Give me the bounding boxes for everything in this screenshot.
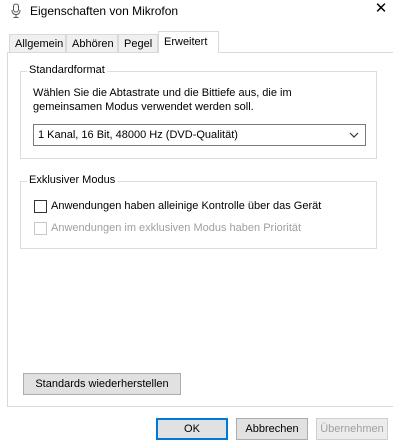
format-description-line-2: gemeinsamen Modus verwendet werden soll. [33, 101, 254, 113]
ok-button[interactable]: OK [156, 418, 228, 440]
tab-pegel[interactable]: Pegel [118, 34, 158, 52]
cancel-button[interactable]: Abbrechen [236, 418, 308, 440]
tab-label: Allgemein [15, 38, 64, 50]
exklusiver-modus-group: Exklusiver Modus [20, 174, 377, 249]
tab-abhoeren[interactable]: Abhören [66, 34, 118, 52]
microphone-icon [11, 3, 21, 18]
exclusive-control-label[interactable]: Anwendungen haben alleinige Kontrolle üb… [51, 200, 321, 212]
window-title: Eigenschaften von Mikrofon [30, 4, 179, 18]
tab-label: Abhören [72, 38, 114, 50]
format-description-line-1: Wählen Sie die Abtastrate und die Bittie… [33, 87, 292, 99]
exclusive-priority-checkbox [34, 222, 47, 235]
tab-allgemein[interactable]: Allgemein [9, 34, 66, 52]
restore-defaults-button[interactable]: Standards wiederherstellen [23, 373, 181, 395]
group-legend-exklusiver-modus: Exklusiver Modus [27, 174, 118, 186]
chevron-down-icon [349, 132, 359, 138]
tab-erweitert[interactable]: Erweitert [158, 31, 219, 53]
format-select[interactable]: 1 Kanal, 16 Bit, 48000 Hz (DVD-Qualität) [33, 124, 366, 146]
title-bar: Eigenschaften von Mikrofon ✕ [0, 0, 393, 24]
apply-button: Übernehmen [316, 418, 388, 440]
close-button[interactable]: ✕ [369, 0, 393, 20]
exclusive-priority-label: Anwendungen im exklusiven Modus haben Pr… [51, 222, 302, 234]
tab-label: Erweitert [164, 36, 208, 48]
close-icon: ✕ [374, 0, 388, 17]
tab-label: Pegel [124, 38, 153, 50]
format-select-value: 1 Kanal, 16 Bit, 48000 Hz (DVD-Qualität) [38, 129, 238, 141]
exclusive-control-checkbox[interactable] [34, 200, 47, 213]
group-legend-standardformat: Standardformat [27, 64, 107, 76]
